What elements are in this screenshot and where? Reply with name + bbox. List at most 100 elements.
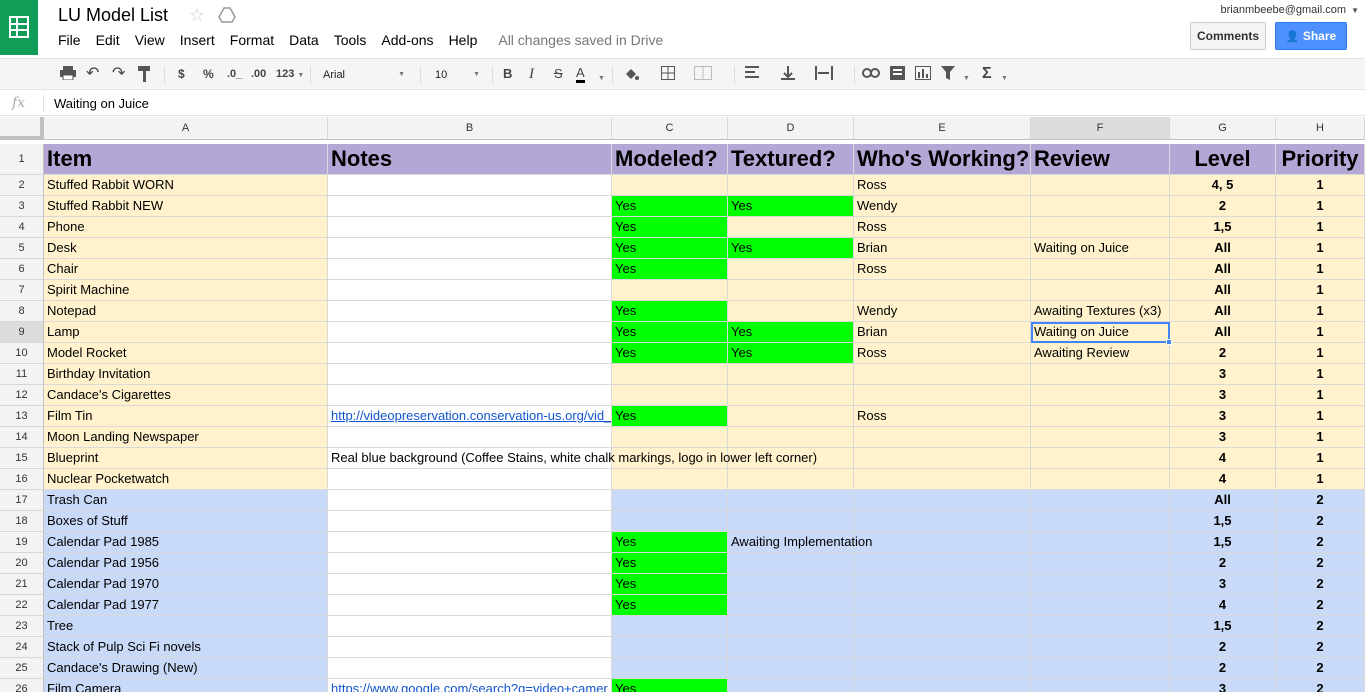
cell-e26[interactable] <box>854 679 1031 692</box>
cell-g21[interactable]: 3 <box>1170 574 1276 595</box>
cell-d21[interactable] <box>728 574 854 595</box>
cell-h17[interactable]: 2 <box>1276 490 1365 511</box>
horizontal-align-icon[interactable] <box>745 66 759 82</box>
cell-c9[interactable]: Yes <box>612 322 728 343</box>
cell-d18[interactable] <box>728 511 854 532</box>
cell-g24[interactable]: 2 <box>1170 637 1276 658</box>
cell-f13[interactable] <box>1031 406 1170 427</box>
cell-c21[interactable]: Yes <box>612 574 728 595</box>
cell-g6[interactable]: All <box>1170 259 1276 280</box>
cell-e4[interactable]: Ross <box>854 217 1031 238</box>
cell-a21[interactable]: Calendar Pad 1970 <box>44 574 328 595</box>
cell-f11[interactable] <box>1031 364 1170 385</box>
row-header-24[interactable]: 24 <box>0 637 44 658</box>
cell-e17[interactable] <box>854 490 1031 511</box>
cell-f14[interactable] <box>1031 427 1170 448</box>
cell-c23[interactable] <box>612 616 728 637</box>
menu-tools[interactable]: Tools <box>334 32 367 48</box>
cell-e12[interactable] <box>854 385 1031 406</box>
cell-g15[interactable]: 4 <box>1170 448 1276 469</box>
column-header-a[interactable]: A <box>44 117 328 140</box>
cell-f21[interactable] <box>1031 574 1170 595</box>
bold-button[interactable]: B <box>503 66 512 82</box>
cell-d3[interactable]: Yes <box>728 196 854 217</box>
cell-a11[interactable]: Birthday Invitation <box>44 364 328 385</box>
formula-input[interactable]: Waiting on Juice <box>54 96 149 111</box>
cell-b5[interactable] <box>328 238 612 259</box>
cell-h14[interactable]: 1 <box>1276 427 1365 448</box>
cell-h18[interactable]: 2 <box>1276 511 1365 532</box>
cell-h12[interactable]: 1 <box>1276 385 1365 406</box>
cell-a7[interactable]: Spirit Machine <box>44 280 328 301</box>
cell-b3[interactable] <box>328 196 612 217</box>
cell-g4[interactable]: 1,5 <box>1170 217 1276 238</box>
cell-f17[interactable] <box>1031 490 1170 511</box>
cell-a1[interactable]: Item <box>44 144 328 175</box>
cell-d5[interactable]: Yes <box>728 238 854 259</box>
column-header-b[interactable]: B <box>328 117 612 140</box>
cell-f1[interactable]: Review <box>1031 144 1170 175</box>
cell-g19[interactable]: 1,5 <box>1170 532 1276 553</box>
cell-b2[interactable] <box>328 175 612 196</box>
cell-h19[interactable]: 2 <box>1276 532 1365 553</box>
cell-f6[interactable] <box>1031 259 1170 280</box>
cell-d12[interactable] <box>728 385 854 406</box>
cell-g12[interactable]: 3 <box>1170 385 1276 406</box>
star-icon[interactable]: ☆ <box>189 5 205 26</box>
cell-e2[interactable]: Ross <box>854 175 1031 196</box>
row-header-7[interactable]: 7 <box>0 280 44 301</box>
cell-c26[interactable]: Yes <box>612 679 728 692</box>
cell-c14[interactable] <box>612 427 728 448</box>
cell-f15[interactable] <box>1031 448 1170 469</box>
column-header-f[interactable]: F <box>1031 117 1170 140</box>
cell-b20[interactable] <box>328 553 612 574</box>
cell-d4[interactable] <box>728 217 854 238</box>
cell-g23[interactable]: 1,5 <box>1170 616 1276 637</box>
cell-h5[interactable]: 1 <box>1276 238 1365 259</box>
font-size-select[interactable]: 10 ▼ <box>430 64 484 86</box>
cell-b10[interactable] <box>328 343 612 364</box>
fill-handle[interactable] <box>1166 339 1172 345</box>
cell-b7[interactable] <box>328 280 612 301</box>
cell-d25[interactable] <box>728 658 854 679</box>
row-header-20[interactable]: 20 <box>0 553 44 574</box>
account-email[interactable]: brianmbeebe@gmail.com <box>1220 4 1346 16</box>
cell-e18[interactable] <box>854 511 1031 532</box>
cell-h7[interactable]: 1 <box>1276 280 1365 301</box>
cell-h2[interactable]: 1 <box>1276 175 1365 196</box>
cell-b11[interactable] <box>328 364 612 385</box>
cell-c17[interactable] <box>612 490 728 511</box>
strikethrough-button[interactable]: S <box>554 66 563 82</box>
cell-b22[interactable] <box>328 595 612 616</box>
cell-e5[interactable]: Brian <box>854 238 1031 259</box>
cell-c13[interactable]: Yes <box>612 406 728 427</box>
cell-b23[interactable] <box>328 616 612 637</box>
cell-a2[interactable]: Stuffed Rabbit WORN <box>44 175 328 196</box>
cell-h6[interactable]: 1 <box>1276 259 1365 280</box>
column-header-e[interactable]: E <box>854 117 1031 140</box>
borders-icon[interactable] <box>661 66 675 84</box>
account-dropdown-icon[interactable]: ▼ <box>1351 6 1359 15</box>
cell-d20[interactable] <box>728 553 854 574</box>
cell-e7[interactable] <box>854 280 1031 301</box>
cell-a23[interactable]: Tree <box>44 616 328 637</box>
cell-d23[interactable] <box>728 616 854 637</box>
cell-a22[interactable]: Calendar Pad 1977 <box>44 595 328 616</box>
cell-e14[interactable] <box>854 427 1031 448</box>
cell-e23[interactable] <box>854 616 1031 637</box>
share-button[interactable]: 👤 Share <box>1275 22 1347 50</box>
cell-h24[interactable]: 2 <box>1276 637 1365 658</box>
print-icon[interactable] <box>60 66 76 84</box>
row-header-21[interactable]: 21 <box>0 574 44 595</box>
cell-f19[interactable] <box>1031 532 1170 553</box>
cell-f25[interactable] <box>1031 658 1170 679</box>
cell-d2[interactable] <box>728 175 854 196</box>
column-header-d[interactable]: D <box>728 117 854 140</box>
cell-e16[interactable] <box>854 469 1031 490</box>
row-header-14[interactable]: 14 <box>0 427 44 448</box>
cell-g10[interactable]: 2 <box>1170 343 1276 364</box>
cell-a10[interactable]: Model Rocket <box>44 343 328 364</box>
cell-f22[interactable] <box>1031 595 1170 616</box>
cell-g11[interactable]: 3 <box>1170 364 1276 385</box>
cell-f23[interactable] <box>1031 616 1170 637</box>
